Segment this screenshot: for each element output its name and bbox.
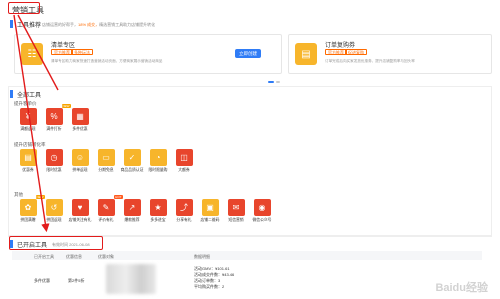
follow-icon: ♥: [71, 199, 89, 216]
tool-name: 多件优惠: [72, 127, 88, 131]
card-description: 清单专区助力商家快速打造营销活动页面，方便商家展示营销活动商品: [51, 59, 163, 63]
tool-name: 短信营销: [228, 218, 244, 222]
tool-item[interactable]: ★ 多多进宝: [144, 199, 172, 223]
tool-item[interactable]: ◔ 限时限量购: [144, 149, 172, 173]
table-header-cell: 已开启工具: [34, 254, 54, 259]
tool-item[interactable]: ¥ 满额返现: [14, 108, 42, 132]
qrcode-icon: ▣: [201, 199, 219, 216]
tool-item[interactable]: ✿ NEW 拼团满赠: [14, 195, 45, 223]
return-icon: ↺: [45, 199, 63, 216]
discount-icon: % NEW: [45, 104, 71, 125]
share-icon: ⤴: [175, 199, 193, 216]
tool-name: 分期免息: [98, 168, 114, 172]
group-label: 提升客单价: [14, 101, 37, 106]
carousel-dot[interactable]: [276, 81, 280, 83]
table-header-cell: 数据明细: [194, 254, 210, 259]
card-tag: 官方推荐: [325, 49, 347, 55]
tool-name: 限时优惠: [46, 168, 62, 172]
tool-name: 店铺二维码: [200, 218, 220, 222]
group-label: 其他: [14, 192, 23, 197]
promote-icon: ★: [149, 199, 167, 216]
ticket-icon: ◫: [175, 149, 193, 166]
tool-item[interactable]: ✓ 商品品质认证: [118, 149, 146, 173]
tool-item[interactable]: ▣ 店铺二维码: [196, 199, 224, 223]
tool-name: 大额券: [178, 168, 190, 172]
cash-icon: ¥: [19, 108, 37, 125]
tool-item[interactable]: ↗ 爆款推荐: [118, 199, 146, 223]
group-icon: ☺: [71, 149, 89, 166]
recommend-title: 工具推荐: [17, 23, 42, 29]
table-header-cell: 优惠对象: [98, 254, 114, 259]
used-time-label: 有效时间 2021-06-08: [52, 242, 90, 247]
tool-item[interactable]: ↺ 拼团返现: [40, 199, 68, 223]
section-marker: [10, 90, 13, 98]
tool-name: 优惠券: [22, 168, 34, 172]
coupon-icon: ▤: [295, 43, 317, 65]
tool-item[interactable]: ◉ 微信公众号: [248, 199, 276, 223]
tool-item[interactable]: ⤴ 分享有礼: [170, 199, 198, 223]
tool-name: 限时限量购: [148, 168, 168, 172]
card-tag: 多种玩法: [71, 49, 93, 55]
tool-item[interactable]: ✎ HOT 评价有礼: [92, 195, 123, 223]
trend-icon: ↗: [123, 199, 141, 216]
page-title: 营销工具: [12, 6, 44, 15]
table-cell-stat: 平均购买件数：2: [194, 284, 225, 289]
watermark: Baidu经验: [435, 282, 488, 294]
list-zone-icon: ☷: [21, 43, 43, 65]
carousel-dot[interactable]: [268, 81, 274, 83]
group-label: 提升店铺转化率: [14, 142, 46, 147]
table-header-cell: 优惠信息: [66, 254, 82, 259]
coupon-icon: ▤: [19, 149, 37, 166]
card-tag: 官方推荐: [51, 49, 73, 55]
review-icon: ✎ HOT: [97, 195, 123, 216]
tool-name: 微信公众号: [252, 218, 272, 222]
tool-name: 爆款推荐: [124, 218, 140, 222]
quality-icon: ✓: [123, 149, 141, 166]
table-header-bg: [12, 251, 482, 260]
table-cell-tool: 多件优惠: [34, 278, 50, 283]
card-tag: 促进复购: [345, 49, 367, 55]
tool-name: 拼团满赠: [20, 218, 36, 222]
sms-icon: ✉: [227, 199, 245, 216]
tool-item[interactable]: ◷ 限时优惠: [40, 149, 68, 173]
all-tools-title: 全部工具: [17, 93, 42, 99]
tool-item[interactable]: ✉ 短信营销: [222, 199, 250, 223]
card-title: 清单专区: [51, 43, 76, 49]
bundle-icon: ▦: [71, 108, 89, 125]
tool-item[interactable]: ▤ 优惠券: [14, 149, 42, 173]
card-description: 订单完成后向买家发放优惠券，提升店铺复购率与回头率: [325, 59, 415, 63]
carousel-indicator[interactable]: [268, 81, 280, 83]
card-icon: ▭: [97, 149, 115, 166]
tool-item[interactable]: ♥ 店铺关注有礼: [66, 199, 94, 223]
tool-name: 商品品质认证: [120, 168, 144, 172]
blurred-target-cell: [106, 264, 156, 294]
recommend-card-list-zone[interactable]: ☷ 清单专区 官方推荐 多种玩法 清单专区助力商家快速打造营销活动页面，方便商家…: [14, 34, 282, 74]
used-tools-title: 已开启工具: [17, 243, 48, 249]
used-tools-table: 已开启工具 优惠信息 优惠对象 数据明细 多件优惠 第2件5折 活动GMV：¥1…: [12, 251, 486, 298]
wechat-icon: ◉: [253, 199, 271, 216]
recommend-tip: 店铺运营的好帮手，18% 成交，精选营销工具助力店铺提升转化: [42, 22, 156, 27]
tool-item[interactable]: ▭ 分期免息: [92, 149, 120, 173]
card-title: 订单复购券: [325, 43, 356, 49]
table-cell-offer: 第2件5折: [68, 278, 85, 283]
section-marker: [10, 20, 13, 28]
tool-name: 满件打折: [46, 127, 62, 131]
limit-icon: ◔: [149, 149, 167, 166]
tool-name: 分享有礼: [176, 218, 192, 222]
tool-name: 拼单返现: [72, 168, 88, 172]
tool-item[interactable]: ◫ 大额券: [170, 149, 198, 173]
section-marker: [10, 240, 13, 248]
recommend-card-reorder-coupon[interactable]: ▤ 订单复购券 官方推荐 促进复购 订单完成后向买家发放优惠券，提升店铺复购率与…: [288, 34, 492, 74]
clock-icon: ◷: [45, 149, 63, 166]
tool-name: 评价有礼: [98, 218, 114, 222]
tool-name: 满额返现: [20, 127, 36, 131]
tool-name: 店铺关注有礼: [68, 218, 92, 222]
create-now-button[interactable]: 立即创建: [235, 49, 261, 58]
tool-item[interactable]: % NEW 满件打折: [40, 104, 71, 132]
gift-icon: ✿ NEW: [19, 195, 45, 216]
tool-item[interactable]: ▦ 多件优惠: [66, 108, 94, 132]
tool-item[interactable]: ☺ 拼单返现: [66, 149, 94, 173]
tool-name: 多多进宝: [150, 218, 166, 222]
tool-name: 拼团返现: [46, 218, 62, 222]
